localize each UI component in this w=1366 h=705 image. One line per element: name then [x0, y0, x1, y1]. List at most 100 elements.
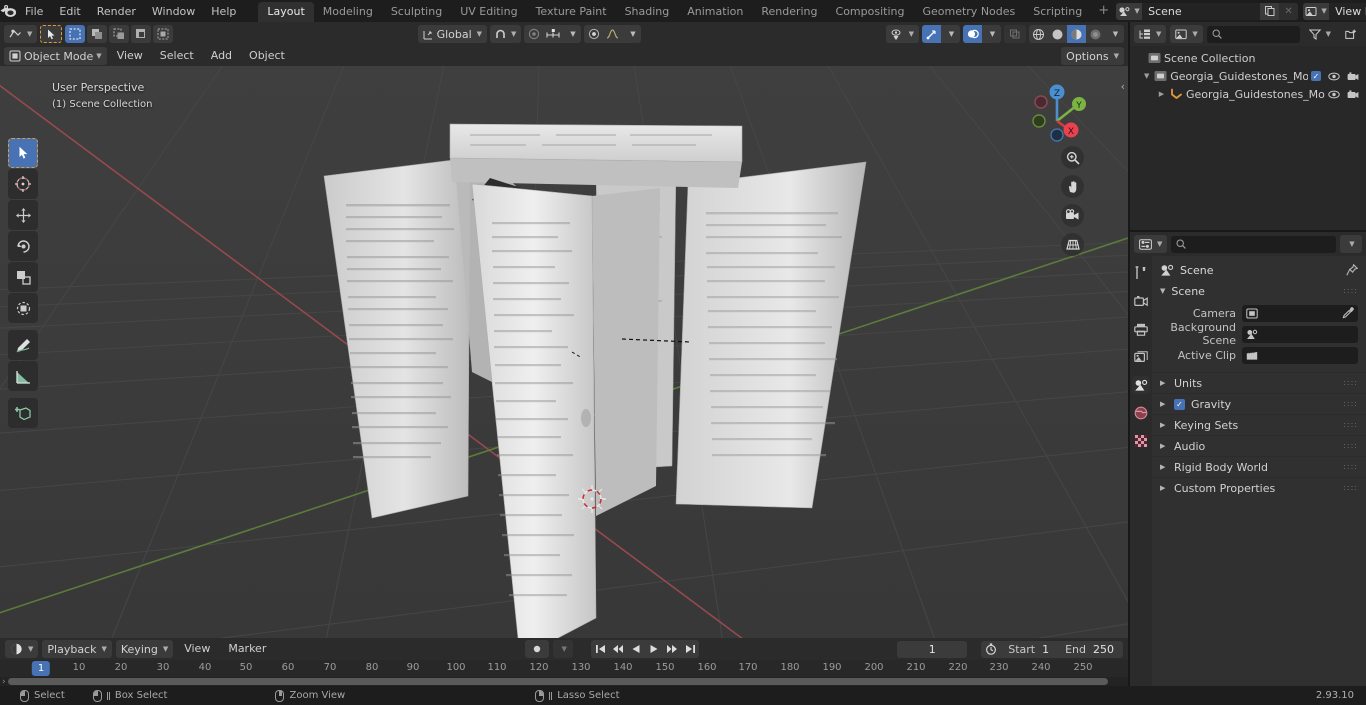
view-layer-icon[interactable]: ▼ — [1303, 2, 1330, 20]
start-frame-value[interactable]: 1 — [1042, 643, 1058, 656]
end-frame-value[interactable]: 250 — [1093, 643, 1123, 656]
properties-tab-view-layer[interactable] — [1132, 348, 1150, 366]
workspace-tab-sculpting[interactable]: Sculpting — [382, 2, 451, 22]
background-scene-field[interactable] — [1242, 325, 1358, 343]
properties-editor-icon[interactable]: ▼ — [1134, 235, 1168, 253]
drag-dots-icon[interactable]: :::: — [1343, 400, 1358, 408]
outliner-display-icon[interactable]: ▼ — [1134, 25, 1167, 43]
disclosure-triangle-right-icon[interactable]: ▶ — [1160, 442, 1168, 450]
drag-dots-icon[interactable]: :::: — [1343, 463, 1358, 471]
select-box-icon[interactable] — [65, 25, 86, 43]
proportional-toggle-icon[interactable] — [584, 25, 603, 43]
snap-dropdown[interactable]: ▼ — [562, 25, 581, 43]
current-frame-field[interactable]: 1 — [897, 640, 968, 658]
add-workspace-button[interactable]: + — [1091, 2, 1116, 22]
shading-dropdown[interactable]: ▼ — [1105, 25, 1124, 43]
workspace-tab-geometry-nodes[interactable]: Geometry Nodes — [913, 2, 1024, 22]
active-clip-field[interactable] — [1242, 346, 1358, 364]
falloff-dropdown[interactable]: ▼ — [622, 25, 641, 43]
filter-id-icon[interactable]: ▼ — [1170, 25, 1203, 43]
drag-dots-icon[interactable]: :::: — [1343, 442, 1358, 450]
outliner-editor[interactable]: ▼ ▼ ▼ Scene Collection ▼ Georgia_Guidest… — [1130, 22, 1366, 230]
workspace-tab-scripting[interactable]: Scripting — [1024, 2, 1091, 22]
rigid-body-world-panel[interactable]: ▶ Rigid Body World :::: — [1152, 456, 1366, 477]
camera-field[interactable] — [1242, 304, 1358, 322]
snap-toggle[interactable]: ▼ — [490, 25, 522, 43]
gizmo-dropdown[interactable]: ▼ — [941, 25, 960, 43]
jump-start-icon[interactable] — [591, 640, 609, 658]
eyedropper-icon[interactable] — [1342, 307, 1354, 319]
play-reverse-icon[interactable] — [627, 640, 645, 658]
workspace-tab-shading[interactable]: Shading — [616, 2, 679, 22]
menu-render[interactable]: Render — [89, 2, 144, 20]
annotate-tool[interactable] — [8, 330, 38, 360]
unlink-scene-button[interactable]: ✕ — [1279, 2, 1299, 20]
workspace-tab-uv-editing[interactable]: UV Editing — [451, 2, 526, 22]
view-layer-selector[interactable]: ▼ View Layer ✕ — [1303, 2, 1366, 20]
gizmo-icon[interactable] — [922, 25, 941, 43]
workspace-tab-modeling[interactable]: Modeling — [314, 2, 382, 22]
proportional-edit-icon[interactable] — [524, 25, 543, 43]
scene-selector[interactable]: ▼ Scene ✕ — [1116, 2, 1299, 20]
select-extend-icon[interactable] — [87, 25, 108, 43]
camera-icon[interactable] — [1347, 71, 1359, 81]
timeline-editor-icon[interactable]: ▼ — [5, 640, 39, 658]
select-subtract-icon[interactable] — [109, 25, 130, 43]
workspace-tab-rendering[interactable]: Rendering — [752, 2, 826, 22]
overlays-icon[interactable] — [963, 25, 982, 43]
timeline-scroll-thumb[interactable] — [7, 678, 1108, 685]
disclosure-triangle-right-icon[interactable]: ▶ — [1160, 484, 1168, 492]
select-invert-icon[interactable] — [131, 25, 152, 43]
viewport-menu-add[interactable]: Add — [204, 47, 239, 65]
playback-menu[interactable]: Playback ▼ — [42, 640, 112, 658]
menu-edit[interactable]: Edit — [51, 2, 88, 20]
audio-panel[interactable]: ▶ Audio :::: — [1152, 435, 1366, 456]
play-icon[interactable] — [645, 640, 663, 658]
workspace-tab-texture-paint[interactable]: Texture Paint — [527, 2, 616, 22]
measure-tool[interactable] — [8, 361, 38, 391]
disclosure-triangle-right-icon[interactable]: ▶ — [1160, 379, 1168, 387]
keying-menu[interactable]: Keying ▼ — [115, 640, 174, 658]
object-mode-selector[interactable]: Object Mode ▼ — [4, 47, 107, 65]
drag-dots-icon[interactable]: :::: — [1343, 287, 1358, 295]
visibility-filter-button[interactable]: ▼ — [885, 25, 919, 43]
disclosure-triangle-right-icon[interactable]: ▶ — [1156, 90, 1167, 98]
eye-icon[interactable] — [1328, 72, 1340, 81]
outliner-row-scene-collection[interactable]: Scene Collection — [1130, 49, 1366, 67]
auto-keying-toggle[interactable] — [525, 640, 550, 658]
keying-sets-panel[interactable]: ▶ Keying Sets :::: — [1152, 414, 1366, 435]
disclosure-triangle-right-icon[interactable]: ▶ — [1160, 463, 1168, 471]
falloff-smooth-icon[interactable] — [603, 25, 622, 43]
scene-panel-header[interactable]: ▼ Scene :::: — [1152, 280, 1366, 302]
properties-options-dropdown[interactable]: ▼ — [1340, 235, 1362, 253]
wireframe-icon[interactable] — [1029, 25, 1048, 43]
viewport-menu-view[interactable]: View — [110, 47, 150, 65]
timeline-ruler[interactable]: 1 10 20 30 40 50 60 70 80 90 100 110 120… — [0, 660, 1128, 678]
camera-icon[interactable] — [1347, 89, 1359, 99]
workspace-tab-compositing[interactable]: Compositing — [827, 2, 914, 22]
outliner-row-collection[interactable]: ▼ Georgia_Guidestones_Monum ✓ — [1130, 67, 1366, 85]
outliner-row-object[interactable]: ▶ Georgia_Guidestones_Mo — [1130, 85, 1366, 103]
properties-search-input[interactable] — [1171, 235, 1336, 253]
view-layer-name[interactable]: View Layer — [1329, 2, 1366, 20]
playhead[interactable]: 1 — [31, 661, 51, 676]
funnel-icon[interactable]: ▼ — [1304, 25, 1336, 43]
custom-properties-panel[interactable]: ▶ Custom Properties :::: — [1152, 477, 1366, 498]
chevron-left-icon[interactable]: ‹ — [1121, 80, 1125, 93]
workspace-tab-layout[interactable]: Layout — [258, 2, 314, 22]
select-intersect-icon[interactable] — [153, 25, 174, 43]
timeline-scrollbar[interactable]: › — [0, 677, 1128, 687]
timeline-menu-view[interactable]: View — [177, 640, 217, 658]
blender-logo-icon[interactable] — [0, 4, 17, 18]
snap-increment-icon[interactable] — [543, 25, 562, 43]
menu-window[interactable]: Window — [144, 2, 203, 20]
scroll-left-arrow-icon[interactable]: › — [0, 677, 8, 687]
drag-dots-icon[interactable]: :::: — [1343, 421, 1358, 429]
solid-icon[interactable] — [1048, 25, 1067, 43]
stopwatch-icon[interactable] — [981, 643, 1001, 655]
disclosure-triangle-down-icon[interactable]: ▼ — [1142, 72, 1151, 80]
properties-tab-texture[interactable] — [1132, 432, 1150, 450]
rotate-tool[interactable] — [8, 231, 38, 261]
scale-tool[interactable] — [8, 262, 38, 292]
transform-orientation-selector[interactable]: Global ▼ — [417, 25, 488, 43]
